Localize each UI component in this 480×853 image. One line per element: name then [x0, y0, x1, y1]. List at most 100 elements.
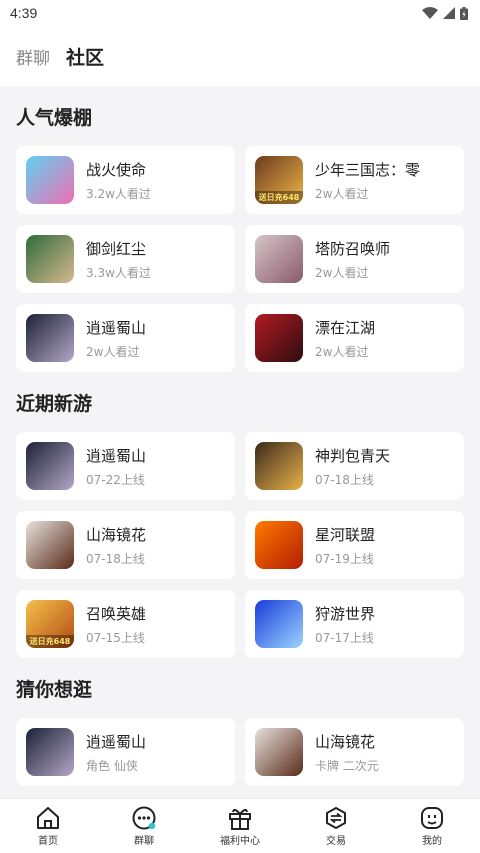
nav-home[interactable]: 首页: [13, 806, 83, 847]
game-card[interactable]: 山海镜花卡牌 二次元: [245, 718, 464, 786]
wifi-icon: [422, 7, 438, 19]
game-icon: [26, 442, 74, 490]
game-card-text: 战火使命 3.2w人看过: [86, 159, 151, 202]
game-card-text: 塔防召唤师 2w人看过: [315, 238, 390, 281]
section-title: 近期新游: [16, 392, 93, 415]
game-subtitle: 07-22上线: [86, 472, 145, 487]
game-icon: [255, 600, 303, 648]
icon-badge-text: 送日充648: [255, 191, 303, 204]
game-title: 塔防召唤师: [315, 239, 391, 258]
battery-icon: [460, 6, 468, 20]
game-card[interactable]: 逍遥蜀山 07-22上线: [16, 432, 235, 500]
game-subtitle: 2w人看过: [86, 344, 140, 359]
game-grid: 逍遥蜀山角色 仙侠 山海镜花卡牌 二次元: [16, 718, 464, 786]
game-title: 逍遥蜀山: [86, 446, 147, 465]
game-title: 山海镜花: [86, 525, 147, 544]
game-subtitle: 07-15上线: [86, 630, 145, 645]
game-card-text: 山海镜花卡牌 二次元: [315, 731, 379, 774]
game-card[interactable]: 送日充648 少年三国志：零 2w人看过: [245, 146, 464, 214]
status-icons: [422, 6, 468, 20]
game-subtitle: 卡牌 二次元: [315, 758, 379, 773]
game-subtitle: 07-18上线: [86, 551, 145, 566]
game-icon: [26, 314, 74, 362]
game-card[interactable]: 神判包青天 07-18上线: [245, 432, 464, 500]
game-subtitle: 07-19上线: [315, 551, 374, 566]
game-card-text: 漂在江湖 2w人看过: [315, 317, 375, 360]
nav-profile[interactable]: 我的: [397, 806, 467, 847]
nav-trade-label: 交易: [326, 835, 346, 847]
game-subtitle: 角色 仙侠: [86, 758, 138, 773]
top-tab-bar: 群聊 社区: [0, 26, 480, 86]
game-icon: [255, 442, 303, 490]
game-icon: [255, 728, 303, 776]
tab-group-chat[interactable]: 群聊: [16, 44, 50, 69]
game-card-text: 逍遥蜀山 07-22上线: [86, 445, 146, 488]
game-subtitle: 3.3w人看过: [86, 265, 151, 280]
nav-group-chat[interactable]: 群聊: [109, 806, 179, 847]
nav-profile-label: 我的: [422, 835, 442, 847]
game-subtitle: 3.2w人看过: [86, 186, 151, 201]
trade-icon: [326, 806, 346, 829]
game-icon: [26, 521, 74, 569]
game-icon: 送日充648: [26, 600, 74, 648]
game-title: 御剑红尘: [86, 239, 147, 258]
gift-icon: [229, 808, 251, 830]
nav-group-chat-label: 群聊: [134, 835, 154, 847]
game-title: 神判包青天: [315, 446, 391, 465]
nav-welfare-center-label: 福利中心: [220, 835, 260, 847]
section-title: 人气爆棚: [16, 106, 93, 129]
game-subtitle: 2w人看过: [315, 265, 369, 280]
game-card-text: 星河联盟 07-19上线: [315, 524, 375, 567]
game-title: 星河联盟: [315, 525, 376, 544]
game-icon: [255, 314, 303, 362]
community-content: 人气爆棚 战火使命 3.2w人看过 送日充648 少年三国志：零 2w人看过 御剑红尘 3.3…: [0, 86, 480, 786]
tab-community[interactable]: 社区: [66, 43, 104, 70]
chat-icon: [132, 806, 156, 829]
section-title: 猜你想逛: [16, 678, 93, 701]
game-card-text: 山海镜花 07-18上线: [86, 524, 146, 567]
game-title: 少年三国志：零: [315, 160, 421, 179]
game-card[interactable]: 逍遥蜀山 角色 仙侠: [16, 718, 235, 786]
game-grid: 逍遥蜀山 07-22上线 神判包青天 07-18上线 山海镜花 07-18上线 星河联盟 07…: [16, 432, 464, 658]
game-card[interactable]: 送日充648 召唤英雄 07-15上线: [16, 590, 235, 658]
game-title: 逍遥蜀山: [86, 318, 147, 337]
game-card[interactable]: 山海镜花 07-18上线: [16, 511, 235, 579]
game-icon: [26, 156, 74, 204]
nav-home-label: 首页: [38, 835, 58, 847]
game-card[interactable]: 塔防召唤师 2w人看过: [245, 225, 464, 293]
game-card-text: 少年三国志：零 2w人看过: [315, 159, 420, 202]
game-icon: [255, 235, 303, 283]
game-grid: 战火使命 3.2w人看过 送日充648 少年三国志：零 2w人看过 御剑红尘 3.3w人看过…: [16, 146, 464, 372]
game-card[interactable]: 漂在江湖 2w人看过: [245, 304, 464, 372]
game-card-text: 神判包青天 07-18上线: [315, 445, 390, 488]
game-card-text: 御剑红尘 3.3w人看过: [86, 238, 151, 281]
nav-trade[interactable]: 交易: [301, 806, 371, 847]
signal-icon: [443, 7, 455, 19]
game-card[interactable]: 狩游世界 07-17上线: [245, 590, 464, 658]
status-time: 4:39: [10, 5, 38, 21]
bottom-nav: 首页 群聊 福利中心 交易 我的: [0, 798, 480, 853]
game-title: 召唤英雄: [86, 604, 147, 623]
game-title: 山海镜花: [315, 732, 376, 751]
game-icon: 送日充648: [255, 156, 303, 204]
game-card[interactable]: 御剑红尘 3.3w人看过: [16, 225, 235, 293]
profile-icon: [421, 806, 443, 829]
game-subtitle: 2w人看过: [315, 344, 369, 359]
game-card-text: 召唤英雄 07-15上线: [86, 603, 146, 646]
game-subtitle: 07-17上线: [315, 630, 374, 645]
game-card-text: 逍遥蜀山 角色 仙侠: [86, 731, 146, 774]
game-subtitle: 2w人看过: [315, 186, 369, 201]
game-icon: [26, 235, 74, 283]
game-icon: [26, 728, 74, 776]
game-card[interactable]: 星河联盟 07-19上线: [245, 511, 464, 579]
game-card[interactable]: 逍遥蜀山 2w人看过: [16, 304, 235, 372]
game-subtitle: 07-18上线: [315, 472, 374, 487]
nav-welfare-center[interactable]: 福利中心: [205, 806, 275, 847]
game-title: 狩游世界: [315, 604, 376, 623]
status-bar: 4:39: [0, 0, 480, 26]
game-title: 逍遥蜀山: [86, 732, 147, 751]
game-title: 战火使命: [86, 160, 147, 179]
game-card[interactable]: 战火使命 3.2w人看过: [16, 146, 235, 214]
game-card-text: 狩游世界 07-17上线: [315, 603, 375, 646]
game-icon: [255, 521, 303, 569]
